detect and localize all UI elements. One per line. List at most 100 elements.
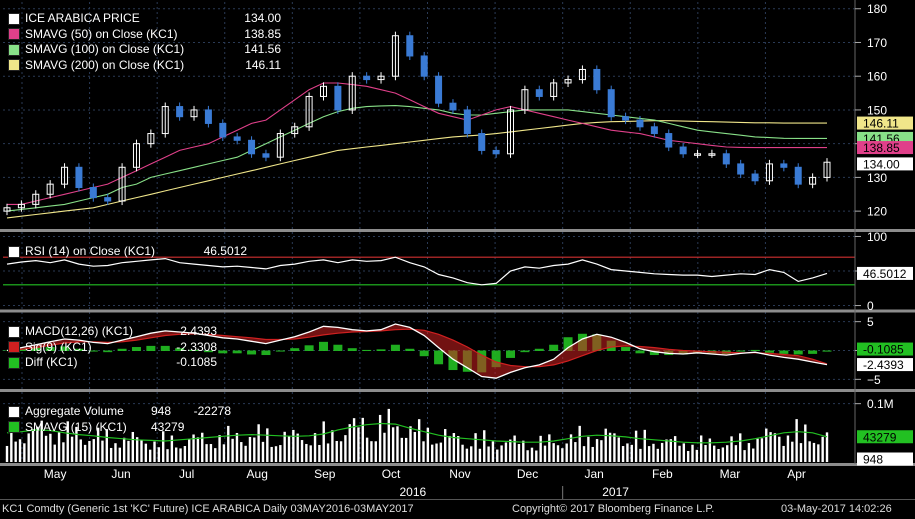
price-candle (492, 149, 500, 155)
volume-bar (543, 445, 547, 462)
price-candle (650, 126, 658, 135)
legend-swatch (8, 325, 20, 338)
macd-diff-bar (635, 350, 645, 354)
volume-bar (760, 438, 764, 462)
volume-bar (248, 436, 252, 462)
volume-bar (417, 419, 421, 462)
price-candle (478, 133, 486, 151)
volume-bar (79, 439, 82, 462)
volume-bar (205, 444, 208, 462)
y-tick-label: 180 (867, 2, 887, 16)
month-tick-label: Sep (314, 467, 336, 481)
volume-bar (435, 443, 438, 462)
volume-bar (49, 433, 52, 462)
volume-bar (144, 443, 148, 462)
price-candle (622, 116, 630, 121)
price-value-marker-text: 134.00 (863, 157, 900, 171)
legend-swatch (8, 12, 20, 25)
volume-bar (517, 444, 521, 462)
legend-value: -0.1085 (176, 355, 217, 369)
volume-bar (496, 449, 499, 462)
legend-row-sma100[interactable]: SMAVG (100) on Close (KC1) 141.56 (8, 42, 281, 58)
rsi-value-marker-text: 46.5012 (863, 267, 907, 281)
volume-bar (387, 408, 390, 462)
volume-bar (734, 445, 738, 462)
volume-bar (444, 429, 447, 462)
month-tick-label: Jun (111, 467, 130, 481)
volume-bar (118, 447, 122, 462)
volume-bar (717, 448, 720, 462)
footer-security-description: KC1 Comdty (Generic 1st 'KC' Future) ICE… (2, 503, 414, 515)
macd-diff-bar (304, 345, 314, 351)
price-candle (104, 197, 112, 202)
legend-label: ICE ARABICA PRICE (25, 11, 140, 25)
price-candle (420, 55, 428, 77)
macd-diff-bar (362, 349, 372, 351)
price-candle (233, 136, 241, 141)
legend-row-rsi[interactable]: RSI (14) on Close (KC1) 46.5012 (8, 244, 247, 260)
macd-diff-bar (621, 347, 631, 351)
volume-bar (222, 444, 226, 462)
volume-bar (673, 436, 677, 462)
volume-bar (296, 433, 299, 462)
legend-value: -2.3308 (176, 339, 217, 354)
volume-bar (422, 441, 425, 462)
volume-bar (357, 427, 360, 462)
volume-bar (404, 437, 408, 462)
volume-bar (821, 436, 824, 462)
volume-bar (409, 426, 412, 462)
month-tick-label: Oct (382, 467, 401, 481)
volume-bar (370, 441, 373, 462)
volume-bar (478, 448, 482, 462)
macd-diff-bar (808, 350, 818, 354)
volume-bar (131, 431, 135, 462)
legend-swatch (8, 28, 20, 41)
y-tick-label: 0.1M (867, 397, 894, 411)
legend-label: RSI (14) on Close (KC1) (25, 244, 156, 258)
volume-bar (752, 448, 755, 462)
volume-bar (556, 445, 560, 462)
macd-value-marker-text: -2.4393 (863, 358, 904, 372)
legend-label: SMAVG (100) on Close (KC1) (25, 42, 185, 56)
volume-bar (400, 437, 404, 462)
macd-diff-bar (779, 350, 789, 354)
legend-row-sma200[interactable]: SMAVG (200) on Close (KC1) 146.11 (8, 58, 281, 74)
price-candle (463, 109, 471, 135)
volume-bar (339, 441, 343, 462)
macd-diff-bar (419, 350, 429, 357)
volume-bar (660, 442, 664, 462)
legend-row-sma50[interactable]: SMAVG (50) on Close (KC1) 138.85 (8, 27, 281, 43)
price-candle (176, 106, 184, 118)
volume-bar (183, 446, 187, 462)
y-tick-label: −5 (867, 373, 881, 387)
volume-bar (513, 435, 516, 462)
volume-bar (261, 441, 265, 462)
volume-bar (196, 437, 200, 462)
volume-bar (109, 447, 113, 462)
volume-bar (782, 445, 785, 462)
volume-bar (257, 424, 260, 462)
volume-bar (630, 444, 633, 462)
volume-bar (214, 448, 217, 462)
legend-row-diff[interactable]: Diff (KC1) -0.1085 (8, 355, 217, 371)
volume-bar (5, 445, 9, 462)
volume-bar (721, 447, 725, 462)
macd-diff-bar (218, 350, 228, 354)
volume-bar (509, 439, 512, 462)
macd-diff-bar (247, 350, 257, 355)
legend-row-sig[interactable]: Sig(9) (KC1) -2.3308 (8, 340, 217, 356)
legend-row-macd[interactable]: MACD(12,26) (KC1) -2.4393 (8, 324, 217, 340)
price-candle (334, 85, 342, 111)
legend-row-volume[interactable]: Aggregate Volume 948 -22278 (8, 404, 231, 420)
volume-bar (617, 437, 620, 462)
chart-canvas: May Jun Jul Aug Sep Oct Nov Dec Jan Feb Mar Apr 2016… (0, 0, 915, 500)
legend-row-price[interactable]: ICE ARABICA PRICE 134.00 (8, 11, 281, 27)
legend-label: SMAVG (50) on Close (KC1) (25, 26, 178, 41)
volume-bar (595, 439, 599, 462)
macd-diff-bar (736, 350, 746, 352)
legend-swatch (8, 356, 20, 369)
macd-diff-bar (333, 344, 343, 351)
legend-row-vol-sma[interactable]: SMAVG (15) (KC1) 43279 (8, 420, 231, 436)
volume-bar (634, 430, 638, 462)
volume-bar (179, 448, 182, 462)
